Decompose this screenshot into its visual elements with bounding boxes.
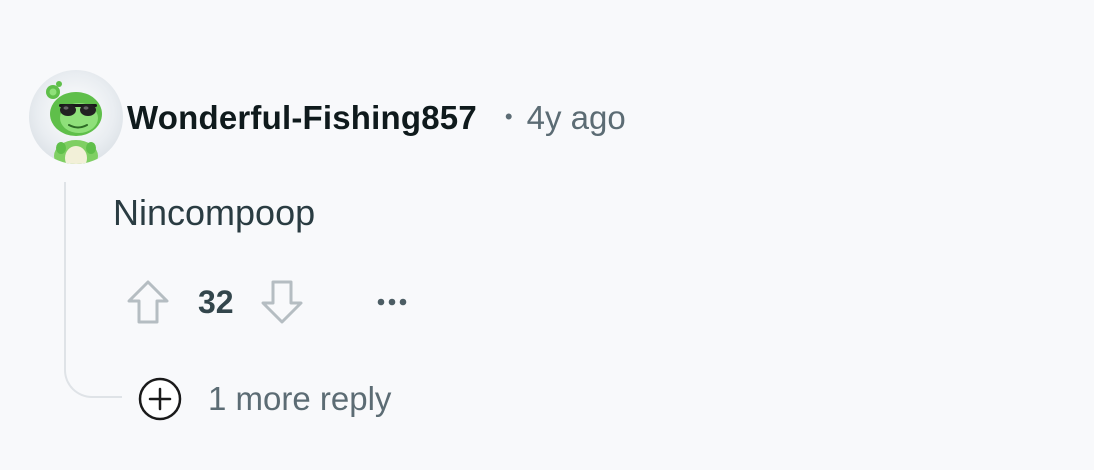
upvote-arrow-icon [127, 280, 169, 324]
username-link[interactable]: Wonderful-Fishing857 [127, 99, 477, 137]
downvote-button[interactable] [258, 276, 306, 328]
timestamp[interactable]: 4y ago [527, 99, 626, 137]
comment-body: Nincompoop [113, 192, 316, 233]
upvote-button[interactable] [124, 276, 172, 328]
ellipsis-icon [377, 298, 406, 306]
comment-container: Wonderful-Fishing857 • 4y ago Nincompoop… [0, 0, 1094, 470]
avatar[interactable] [29, 70, 123, 164]
frog-avatar-icon [46, 81, 102, 164]
more-replies-button[interactable]: 1 more reply [137, 376, 391, 422]
plus-circle-icon [137, 376, 183, 422]
vote-score: 32 [198, 283, 234, 320]
meta-separator: • [504, 104, 513, 129]
comment-actions: 32 [124, 276, 412, 328]
comment-meta: Wonderful-Fishing857 • 4y ago [127, 96, 626, 140]
more-replies-label: 1 more reply [208, 380, 392, 417]
more-options-button[interactable] [372, 282, 412, 322]
downvote-arrow-icon [261, 280, 303, 324]
